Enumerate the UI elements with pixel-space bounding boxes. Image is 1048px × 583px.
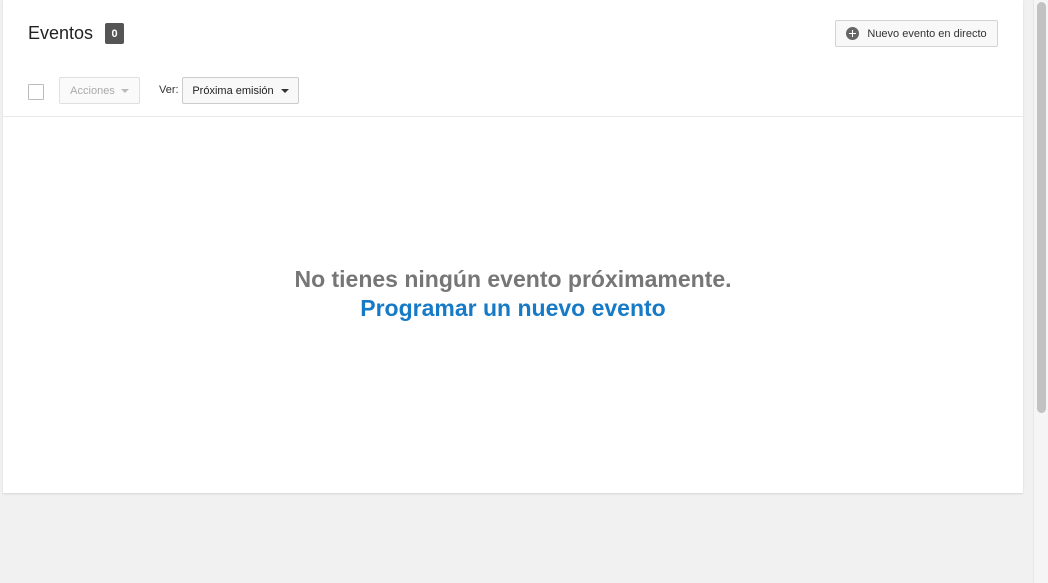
toolbar-divider bbox=[3, 116, 1023, 117]
schedule-new-event-link[interactable]: Programar un nuevo evento bbox=[360, 294, 665, 322]
events-card: Eventos 0 Nuevo evento en directo Accion… bbox=[3, 0, 1023, 493]
plus-circle-icon bbox=[846, 27, 860, 40]
page: Eventos 0 Nuevo evento en directo Accion… bbox=[0, 0, 1048, 583]
caret-down-icon bbox=[280, 88, 289, 93]
new-live-event-button[interactable]: Nuevo evento en directo bbox=[835, 20, 998, 47]
view-filter-dropdown[interactable]: Próxima emisión bbox=[182, 77, 299, 104]
actions-label: Acciones bbox=[70, 84, 115, 97]
new-live-event-label: Nuevo evento en directo bbox=[867, 27, 987, 40]
empty-state: No tienes ningún evento próximamente. Pr… bbox=[3, 264, 1023, 322]
page-title: Eventos bbox=[28, 23, 94, 43]
view-filter-value: Próxima emisión bbox=[192, 84, 274, 97]
select-all-checkbox[interactable] bbox=[28, 84, 44, 100]
view-label: Ver: bbox=[159, 84, 179, 96]
events-header: Eventos 0 Nuevo evento en directo bbox=[3, 0, 1023, 68]
empty-state-message: No tienes ningún evento próximamente. bbox=[294, 266, 732, 292]
event-count-badge: 0 bbox=[105, 23, 124, 44]
actions-dropdown-button[interactable]: Acciones bbox=[59, 77, 140, 104]
page-scrollbar[interactable] bbox=[1033, 0, 1048, 583]
events-toolbar: Acciones Ver: Próxima emisión bbox=[3, 76, 1023, 106]
scrollbar-thumb[interactable] bbox=[1037, 2, 1046, 413]
caret-down-icon bbox=[120, 88, 129, 93]
